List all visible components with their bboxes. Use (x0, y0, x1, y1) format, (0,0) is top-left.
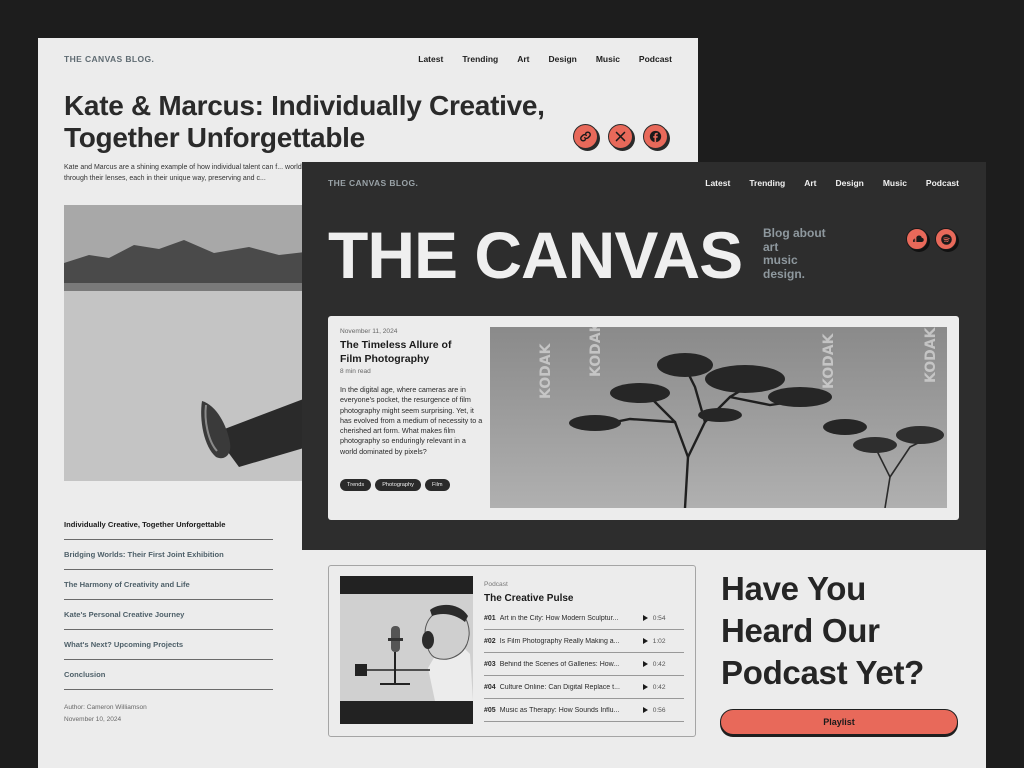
article-intro: Kate and Marcus are a shining example of… (64, 164, 302, 182)
nav-podcast[interactable]: Podcast (926, 178, 959, 188)
nav-design[interactable]: Design (835, 178, 863, 188)
share-buttons (573, 124, 668, 149)
episode-title: Art in the City: How Modern Sculptur... (499, 614, 619, 622)
x-icon[interactable] (608, 124, 633, 149)
hero-image (64, 205, 314, 481)
nav-trending[interactable]: Trending (749, 178, 785, 188)
top-nav: THE CANVAS BLOG. Latest Trending Art Des… (328, 178, 959, 188)
toc-item[interactable]: Conclusion (64, 660, 273, 690)
play-icon[interactable] (642, 615, 648, 621)
toc-item[interactable]: The Harmony of Creativity and Life (64, 570, 273, 600)
episode-number: #02 (484, 637, 496, 645)
episode-list: #01 Art in the City: How Modern Sculptur… (484, 607, 684, 722)
episode-title: Music as Therapy: How Sounds Influ... (499, 706, 620, 714)
episode-number: #01 (484, 614, 496, 622)
nav-links: Latest Trending Art Design Music Podcast (705, 178, 959, 188)
author-name: Author: Cameron Williamson (64, 704, 147, 711)
tagline-line: music (763, 253, 798, 267)
episode-title: Behind the Scenes of Galleries: How... (499, 660, 620, 668)
episode-row[interactable]: #02 Is Film Photography Really Making a.… (484, 630, 684, 653)
soundcloud-icon[interactable] (906, 228, 928, 250)
article-title[interactable]: The Timeless Allure of Film Photography (340, 339, 470, 366)
podcast-heading: Have You Heard Our Podcast Yet? (721, 570, 925, 691)
brand-logo[interactable]: THE CANVAS BLOG. (328, 178, 418, 188)
play-icon[interactable] (642, 661, 648, 667)
podcast-cover-image (340, 576, 473, 724)
podcast-title: The Creative Pulse (484, 593, 574, 604)
article-date: November 11, 2024 (340, 328, 398, 335)
episode-number: #04 (484, 683, 496, 691)
nav-music[interactable]: Music (596, 54, 620, 64)
episode-number: #05 (484, 706, 496, 714)
podcast-label: Podcast (484, 581, 508, 588)
tagline-line: design. (763, 266, 806, 281)
tagline-line: Blog about (763, 226, 826, 240)
episode-row[interactable]: #04 Culture Online: Can Digital Replace … (484, 676, 684, 699)
play-icon[interactable] (642, 684, 648, 690)
episode-number: #03 (484, 660, 496, 668)
nav-latest[interactable]: Latest (705, 178, 730, 188)
top-nav: THE CANVAS BLOG. Latest Trending Art Des… (64, 54, 672, 64)
brand-logo[interactable]: THE CANVAS BLOG. (64, 54, 154, 64)
nav-links: Latest Trending Art Design Music Podcast (418, 54, 672, 64)
read-time: 8 min read (340, 368, 371, 375)
episode-duration: 0:42 (652, 660, 666, 668)
film-mark: KODAK (588, 327, 604, 377)
nav-art[interactable]: Art (804, 178, 816, 188)
playlist-button[interactable]: Playlist (720, 709, 958, 735)
episode-row[interactable]: #01 Art in the City: How Modern Sculptur… (484, 607, 684, 630)
featured-image: KODAK KODAK KODAK KODAK (490, 327, 947, 508)
tag-film[interactable]: Film (424, 479, 450, 491)
play-icon[interactable] (642, 638, 648, 644)
music-links (906, 228, 957, 250)
episode-title: Is Film Photography Really Making a... (499, 637, 620, 645)
nav-art[interactable]: Art (517, 54, 529, 64)
link-icon[interactable] (573, 124, 598, 149)
toc-item[interactable]: Individually Creative, Together Unforget… (64, 510, 273, 540)
publish-date: November 10, 2024 (64, 716, 122, 723)
site-title: THE CANVAS (328, 218, 743, 292)
film-mark: KODAK (538, 342, 554, 399)
episode-row[interactable]: #03 Behind the Scenes of Galleries: How.… (484, 653, 684, 676)
podcast-card: Podcast The Creative Pulse #01 Art in th… (328, 565, 696, 737)
home-page: THE CANVAS BLOG. Latest Trending Art Des… (302, 162, 986, 768)
author-info: Author: Cameron Williamson November 10, … (64, 702, 147, 726)
facebook-icon[interactable] (643, 124, 668, 149)
film-mark: KODAK (821, 332, 837, 389)
site-tagline: Blog about art music design. (763, 226, 853, 281)
play-icon[interactable] (642, 707, 648, 713)
toc-item[interactable]: What's Next? Upcoming Projects (64, 630, 273, 660)
article-title: Kate & Marcus: Individually Creative, To… (64, 90, 545, 153)
episode-duration: 0:56 (652, 706, 666, 714)
tag-list: Trends Photography Film (340, 479, 450, 491)
table-of-contents: Individually Creative, Together Unforget… (64, 510, 273, 690)
nav-latest[interactable]: Latest (418, 54, 443, 64)
tagline-line: art (763, 239, 779, 254)
tag-trends[interactable]: Trends (340, 479, 372, 491)
article-excerpt: In the digital age, where cameras are in… (340, 385, 483, 456)
toc-item[interactable]: Bridging Worlds: Their First Joint Exhib… (64, 540, 273, 570)
episode-row[interactable]: #05 Music as Therapy: How Sounds Influ..… (484, 699, 684, 722)
nav-trending[interactable]: Trending (462, 54, 498, 64)
episode-duration: 0:54 (652, 614, 666, 622)
nav-design[interactable]: Design (548, 54, 576, 64)
featured-article-card[interactable]: November 11, 2024 The Timeless Allure of… (328, 316, 959, 520)
spotify-icon[interactable] (935, 228, 957, 250)
podcast-section: Podcast The Creative Pulse #01 Art in th… (302, 550, 986, 768)
film-mark: KODAK (923, 327, 939, 383)
nav-podcast[interactable]: Podcast (639, 54, 672, 64)
toc-item[interactable]: Kate's Personal Creative Journey (64, 600, 273, 630)
episode-duration: 0:42 (652, 683, 666, 691)
tag-photography[interactable]: Photography (375, 479, 421, 491)
nav-music[interactable]: Music (883, 178, 907, 188)
episode-duration: 1:02 (652, 637, 666, 645)
episode-title: Culture Online: Can Digital Replace t... (499, 683, 620, 691)
